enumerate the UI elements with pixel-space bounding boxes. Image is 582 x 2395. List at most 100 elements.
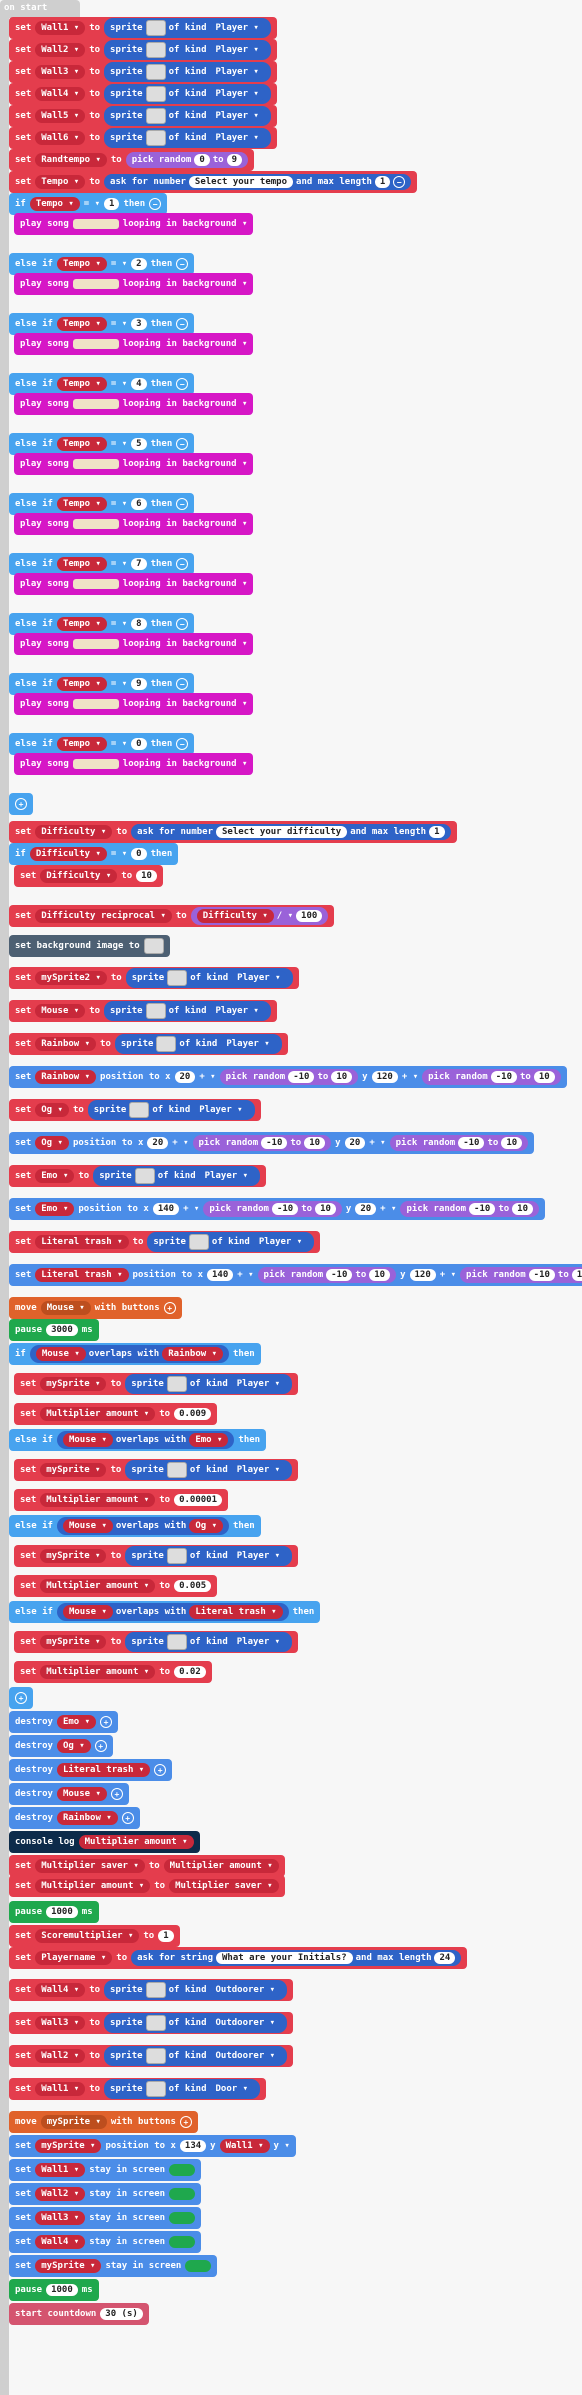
variable-dropdown[interactable]: Wall1 ▾ xyxy=(219,2139,270,2153)
set-sprite-block[interactable]: set Mouse ▾ to sprite of kind Player ▾ xyxy=(9,1000,277,1022)
number-field[interactable]: 10 xyxy=(369,1269,391,1281)
number-field[interactable]: 10 xyxy=(501,1137,523,1149)
number-field[interactable]: 1 xyxy=(158,1930,174,1942)
number-field[interactable]: 10 xyxy=(304,1137,326,1149)
sprite-reporter[interactable]: sprite of kind Player ▾ xyxy=(147,1232,315,1252)
sprite-reporter[interactable]: sprite of kind Player ▾ xyxy=(125,1632,293,1652)
variable-dropdown[interactable]: mySprite ▾ xyxy=(40,1549,107,1563)
console-log-block[interactable]: console log Multiplier amount ▾ xyxy=(9,1831,200,1853)
variable-dropdown[interactable]: Tempo ▾ xyxy=(56,377,107,391)
if-tempo-block[interactable]: else if Tempo ▾ = ▾ 8 then − xyxy=(9,613,195,635)
number-field[interactable]: 0.009 xyxy=(174,1408,212,1420)
number-field[interactable]: 0 xyxy=(194,154,210,166)
number-field[interactable]: -10 xyxy=(469,1203,496,1215)
number-field[interactable]: 0 xyxy=(131,848,147,860)
sprite-reporter[interactable]: sprite of kind Player ▾ xyxy=(104,106,271,126)
play-song-block[interactable]: play song looping in background ▾ xyxy=(14,753,254,775)
variable-dropdown[interactable]: Tempo ▾ xyxy=(56,317,107,331)
sprite-reporter[interactable]: sprite of kind Player ▾ xyxy=(104,128,271,148)
string-field[interactable]: Select your tempo xyxy=(188,176,294,188)
sprite-thumbnail[interactable] xyxy=(166,1462,187,1478)
set-sprite-block[interactable]: set Literal trash ▾ to sprite of kind Pl… xyxy=(9,1231,321,1253)
set-sprite-block[interactable]: set Rainbow ▾ to sprite of kind Player ▾ xyxy=(9,1033,288,1055)
if-overlaps-block[interactable]: else if Mouse ▾ overlaps with Emo ▾ then xyxy=(9,1429,267,1451)
variable-dropdown[interactable]: mySprite ▾ xyxy=(40,1635,107,1649)
variable-dropdown[interactable]: Tempo ▾ xyxy=(56,557,107,571)
variable-dropdown[interactable]: Og ▾ xyxy=(35,1136,69,1150)
set-multiplier-block[interactable]: set Multiplier amount ▾ to 0.009 xyxy=(14,1403,218,1425)
variable-dropdown[interactable]: Literal trash ▾ xyxy=(189,1605,283,1619)
stay-in-screen-block[interactable]: set Wall4 ▾ stay in screen xyxy=(9,2231,202,2253)
variable-dropdown[interactable]: Rainbow ▾ xyxy=(35,1037,97,1051)
sprite-reporter[interactable]: sprite of kind Player ▾ xyxy=(104,1001,271,1021)
variable-dropdown[interactable]: Wall1 ▾ xyxy=(35,2163,86,2177)
number-field[interactable]: -10 xyxy=(326,1269,353,1281)
number-field[interactable]: 10 xyxy=(533,1071,555,1083)
variable-dropdown[interactable]: Tempo ▾ xyxy=(29,197,80,211)
set-saver-block[interactable]: set Multiplier saver ▾ to Multiplier amo… xyxy=(9,1855,285,1877)
number-field[interactable]: 134 xyxy=(179,2140,207,2152)
play-song-block[interactable]: play song looping in background ▾ xyxy=(14,273,254,295)
variable-dropdown[interactable]: mySprite ▾ xyxy=(40,1463,107,1477)
number-field[interactable]: -10 xyxy=(458,1137,485,1149)
sprite-reporter[interactable]: sprite of kind Player ▾ xyxy=(104,40,271,60)
sprite-thumbnail[interactable] xyxy=(188,1234,209,1250)
variable-dropdown[interactable]: Wall2 ▾ xyxy=(35,43,86,57)
song-thumbnail[interactable] xyxy=(72,639,119,649)
set-wall-block[interactable]: set Wall4 ▾ to sprite of kind Player ▾ xyxy=(9,83,277,105)
set-wall-block[interactable]: set Wall2 ▾ to sprite of kind Player ▾ xyxy=(9,39,277,61)
number-field[interactable]: 0 xyxy=(131,738,147,750)
toggle[interactable] xyxy=(169,2164,196,2176)
if-tempo-block[interactable]: else if Tempo ▾ = ▾ 5 then − xyxy=(9,433,195,455)
variable-dropdown[interactable]: Mouse ▾ xyxy=(62,1433,113,1447)
variable-dropdown[interactable]: Mouse ▾ xyxy=(35,1004,86,1018)
set-sprite-block[interactable]: set mySprite ▾ to sprite of kind Player … xyxy=(14,1631,299,1653)
if-tempo-block[interactable]: if Tempo ▾ = ▾ 1 then − xyxy=(9,193,168,215)
variable-dropdown[interactable]: Wall2 ▾ xyxy=(35,2187,86,2201)
destroy-block[interactable]: destroy Mouse ▾ + xyxy=(9,1783,129,1805)
destroy-block[interactable]: destroy Literal trash ▾ + xyxy=(9,1759,173,1781)
variable-dropdown[interactable]: Difficulty ▾ xyxy=(40,869,118,883)
number-field[interactable]: 10 xyxy=(331,1071,353,1083)
sprite-thumbnail[interactable] xyxy=(145,86,166,102)
sprite-reporter[interactable]: sprite of kind Player ▾ xyxy=(114,1034,282,1054)
song-thumbnail[interactable] xyxy=(72,579,119,589)
sprite-thumbnail[interactable] xyxy=(145,20,166,36)
variable-dropdown[interactable]: Tempo ▾ xyxy=(56,257,107,271)
number-field[interactable]: 20 xyxy=(344,1137,366,1149)
if-tempo-block[interactable]: else if Tempo ▾ = ▾ 4 then − xyxy=(9,373,195,395)
variable-dropdown[interactable]: Difficulty ▾ xyxy=(29,847,107,861)
background-thumbnail[interactable] xyxy=(143,938,164,954)
variable-dropdown[interactable]: Tempo ▾ xyxy=(56,677,107,691)
song-thumbnail[interactable] xyxy=(72,279,119,289)
variable-dropdown[interactable]: Rainbow ▾ xyxy=(56,1811,118,1825)
if-overlaps-block[interactable]: if Mouse ▾ overlaps with Rainbow ▾ then xyxy=(9,1343,261,1365)
sprite-thumbnail[interactable] xyxy=(166,1634,187,1650)
set-randtempo-block[interactable]: set Randtempo ▾ to pick random 0 to 9 xyxy=(9,149,255,171)
number-field[interactable]: 2 xyxy=(131,258,147,270)
if-tempo-block[interactable]: else if Tempo ▾ = ▾ 3 then − xyxy=(9,313,195,335)
set-multiplier-block[interactable]: set Multiplier amount ▾ to Multiplier sa… xyxy=(9,1875,285,1897)
set-sprite-block[interactable]: set mySprite ▾ to sprite of kind Player … xyxy=(14,1545,299,1567)
set-wall-block[interactable]: set Wall6 ▾ to sprite of kind Player ▾ xyxy=(9,127,277,149)
set-position-block[interactable]: set Og ▾ position to x 20 + ▾ pick rando… xyxy=(9,1132,535,1154)
number-field[interactable]: 24 xyxy=(434,1952,456,1964)
play-song-block[interactable]: play song looping in background ▾ xyxy=(14,453,254,475)
number-field[interactable]: 120 xyxy=(409,1269,436,1281)
add-branch-button[interactable]: + xyxy=(9,1687,33,1709)
set-tempo-block[interactable]: set Tempo ▾ to ask for number Select you… xyxy=(9,171,418,193)
variable-dropdown[interactable]: Wall5 ▾ xyxy=(35,109,86,123)
if-overlaps-block[interactable]: else if Mouse ▾ overlaps with Og ▾ then xyxy=(9,1515,261,1537)
song-thumbnail[interactable] xyxy=(72,219,119,229)
move-block[interactable]: move mySprite ▾ with buttons + xyxy=(9,2111,198,2133)
variable-dropdown[interactable]: Difficulty reciprocal ▾ xyxy=(35,909,172,923)
number-field[interactable]: 8 xyxy=(131,618,147,630)
sprite-reporter[interactable]: sprite of kind Player ▾ xyxy=(87,1100,255,1120)
song-thumbnail[interactable] xyxy=(72,699,119,709)
variable-dropdown[interactable]: Wall2 ▾ xyxy=(35,2049,86,2063)
number-field[interactable]: 10 xyxy=(571,1269,582,1281)
sprite-thumbnail[interactable] xyxy=(145,64,166,80)
variable-dropdown[interactable]: Emo ▾ xyxy=(35,1202,75,1216)
variable-dropdown[interactable]: Rainbow ▾ xyxy=(35,1070,97,1084)
sprite-thumbnail[interactable] xyxy=(134,1168,155,1184)
